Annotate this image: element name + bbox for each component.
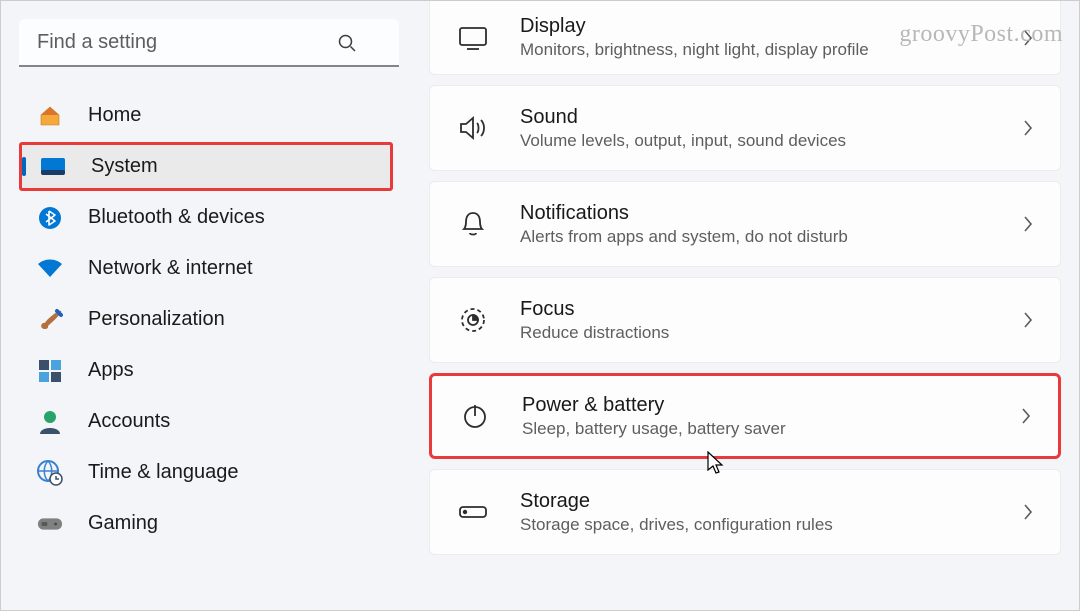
settings-item-notifications[interactable]: Notifications Alerts from apps and syste…: [429, 181, 1061, 267]
chevron-right-icon: [1022, 28, 1034, 48]
card-subtitle: Volume levels, output, input, sound devi…: [520, 131, 1022, 151]
sidebar-item-system[interactable]: System: [19, 142, 393, 191]
sidebar-item-gaming[interactable]: Gaming: [19, 499, 393, 548]
sidebar-item-label: System: [91, 155, 158, 178]
card-subtitle: Storage space, drives, configuration rul…: [520, 515, 1022, 535]
card-title: Storage: [520, 490, 1022, 513]
chevron-right-icon: [1022, 118, 1034, 138]
sidebar-item-label: Time & language: [88, 461, 238, 484]
settings-item-power-battery[interactable]: Power & battery Sleep, battery usage, ba…: [429, 373, 1061, 459]
search-wrap: [19, 19, 393, 67]
card-subtitle: Monitors, brightness, night light, displ…: [520, 40, 1022, 60]
apps-icon: [37, 358, 63, 384]
card-subtitle: Sleep, battery usage, battery saver: [522, 419, 1020, 439]
chevron-right-icon: [1022, 502, 1034, 522]
sidebar-item-label: Home: [88, 104, 141, 127]
card-text: Focus Reduce distractions: [520, 298, 1022, 343]
bluetooth-icon: [37, 205, 63, 231]
sidebar-item-label: Network & internet: [88, 257, 253, 280]
card-text: Storage Storage space, drives, configura…: [520, 490, 1022, 535]
sidebar-item-time-language[interactable]: Time & language: [19, 448, 393, 497]
chevron-right-icon: [1020, 406, 1032, 426]
sidebar-item-label: Personalization: [88, 308, 225, 331]
card-subtitle: Reduce distractions: [520, 323, 1022, 343]
sound-icon: [456, 115, 490, 141]
card-text: Sound Volume levels, output, input, soun…: [520, 106, 1022, 151]
display-icon: [456, 26, 490, 50]
focus-icon: [456, 306, 490, 334]
sidebar: Home System Bluetooth & devices Network …: [1, 1, 411, 610]
card-title: Display: [520, 15, 1022, 38]
sidebar-item-label: Accounts: [88, 410, 170, 433]
sidebar-item-network[interactable]: Network & internet: [19, 244, 393, 293]
card-text: Display Monitors, brightness, night ligh…: [520, 15, 1022, 60]
card-title: Focus: [520, 298, 1022, 321]
settings-item-display[interactable]: Display Monitors, brightness, night ligh…: [429, 1, 1061, 75]
nav-list: Home System Bluetooth & devices Network …: [19, 91, 393, 548]
card-title: Notifications: [520, 202, 1022, 225]
bell-icon: [456, 210, 490, 238]
home-icon: [37, 103, 63, 129]
chevron-right-icon: [1022, 214, 1034, 234]
search-icon[interactable]: [337, 33, 357, 53]
gamepad-icon: [37, 511, 63, 537]
sidebar-item-label: Apps: [88, 359, 134, 382]
paintbrush-icon: [37, 307, 63, 333]
wifi-icon: [37, 256, 63, 282]
system-icon: [40, 154, 66, 180]
main-content: Display Monitors, brightness, night ligh…: [411, 1, 1079, 610]
card-text: Notifications Alerts from apps and syste…: [520, 202, 1022, 247]
chevron-right-icon: [1022, 310, 1034, 330]
card-subtitle: Alerts from apps and system, do not dist…: [520, 227, 1022, 247]
sidebar-item-accounts[interactable]: Accounts: [19, 397, 393, 446]
sidebar-item-bluetooth[interactable]: Bluetooth & devices: [19, 193, 393, 242]
settings-item-sound[interactable]: Sound Volume levels, output, input, soun…: [429, 85, 1061, 171]
sidebar-item-home[interactable]: Home: [19, 91, 393, 140]
settings-item-focus[interactable]: Focus Reduce distractions: [429, 277, 1061, 363]
sidebar-item-label: Gaming: [88, 512, 158, 535]
sidebar-item-label: Bluetooth & devices: [88, 206, 265, 229]
power-icon: [458, 402, 492, 430]
settings-item-storage[interactable]: Storage Storage space, drives, configura…: [429, 469, 1061, 555]
storage-icon: [456, 503, 490, 521]
card-text: Power & battery Sleep, battery usage, ba…: [522, 394, 1020, 439]
card-title: Sound: [520, 106, 1022, 129]
globe-clock-icon: [37, 460, 63, 486]
card-title: Power & battery: [522, 394, 1020, 417]
person-icon: [37, 409, 63, 435]
sidebar-item-personalization[interactable]: Personalization: [19, 295, 393, 344]
sidebar-item-apps[interactable]: Apps: [19, 346, 393, 395]
